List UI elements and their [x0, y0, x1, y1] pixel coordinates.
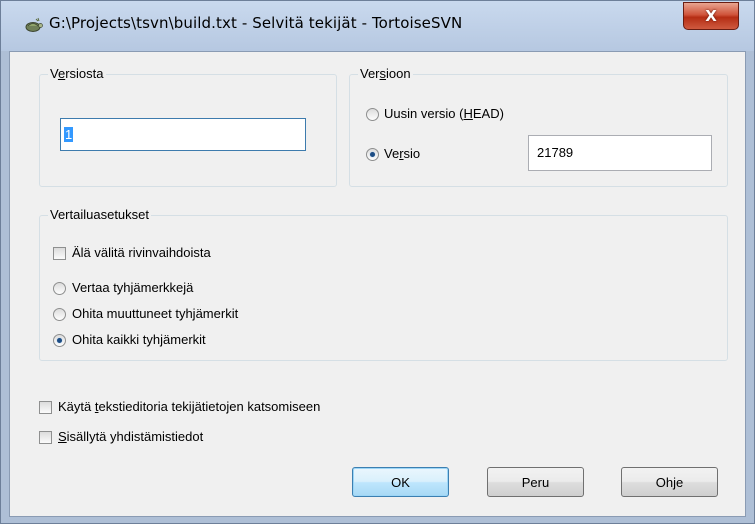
- ignore-eol-label[interactable]: Älä välitä rivinvaihdoista: [72, 245, 211, 260]
- merge-info-checkbox[interactable]: [39, 431, 52, 444]
- ignore-all-whitespace-radio[interactable]: [53, 334, 66, 347]
- head-revision-label[interactable]: Uusin versio (HEAD): [384, 106, 504, 121]
- dialog-client-area: Versiosta 1 Versioon Uusin versio (HEAD)…: [9, 51, 746, 517]
- compare-whitespace-label[interactable]: Vertaa tyhjämerkkejä: [72, 280, 193, 295]
- close-button[interactable]: X: [683, 2, 739, 30]
- to-revision-value: 21789: [537, 145, 574, 160]
- compare-whitespace-radio[interactable]: [53, 282, 66, 295]
- specific-revision-radio[interactable]: [366, 148, 379, 161]
- from-revision-value: 1: [64, 127, 74, 142]
- from-revision-input[interactable]: 1: [60, 118, 306, 151]
- to-revision-input[interactable]: 21789: [528, 135, 712, 171]
- from-revision-legend: Versiosta: [48, 66, 106, 81]
- ignore-changed-whitespace-radio[interactable]: [53, 308, 66, 321]
- text-viewer-checkbox[interactable]: [39, 401, 52, 414]
- ignore-all-whitespace-label[interactable]: Ohita kaikki tyhjämerkit: [72, 332, 206, 347]
- ignore-eol-checkbox[interactable]: [53, 247, 66, 260]
- specific-revision-label[interactable]: Versio: [384, 146, 420, 161]
- window-title: G:\Projects\tsvn\build.txt - Selvitä tek…: [49, 14, 463, 32]
- text-viewer-label[interactable]: Käytä tekstieditoria tekijätietojen kats…: [58, 399, 320, 414]
- dialog-window: G:\Projects\tsvn\build.txt - Selvitä tek…: [0, 0, 755, 524]
- ok-button[interactable]: OK: [352, 467, 449, 497]
- head-revision-radio[interactable]: [366, 108, 379, 121]
- merge-info-label[interactable]: Sisällytä yhdistämistiedot: [58, 429, 203, 444]
- help-button[interactable]: Ohje: [621, 467, 718, 497]
- to-revision-legend: Versioon: [358, 66, 413, 81]
- tortoisesvn-icon: [25, 17, 43, 32]
- compare-options-legend: Vertailuasetukset: [48, 207, 152, 222]
- cancel-button[interactable]: Peru: [487, 467, 584, 497]
- ignore-changed-whitespace-label[interactable]: Ohita muuttuneet tyhjämerkit: [72, 306, 238, 321]
- title-bar[interactable]: G:\Projects\tsvn\build.txt - Selvitä tek…: [1, 1, 754, 51]
- close-icon: X: [705, 7, 717, 25]
